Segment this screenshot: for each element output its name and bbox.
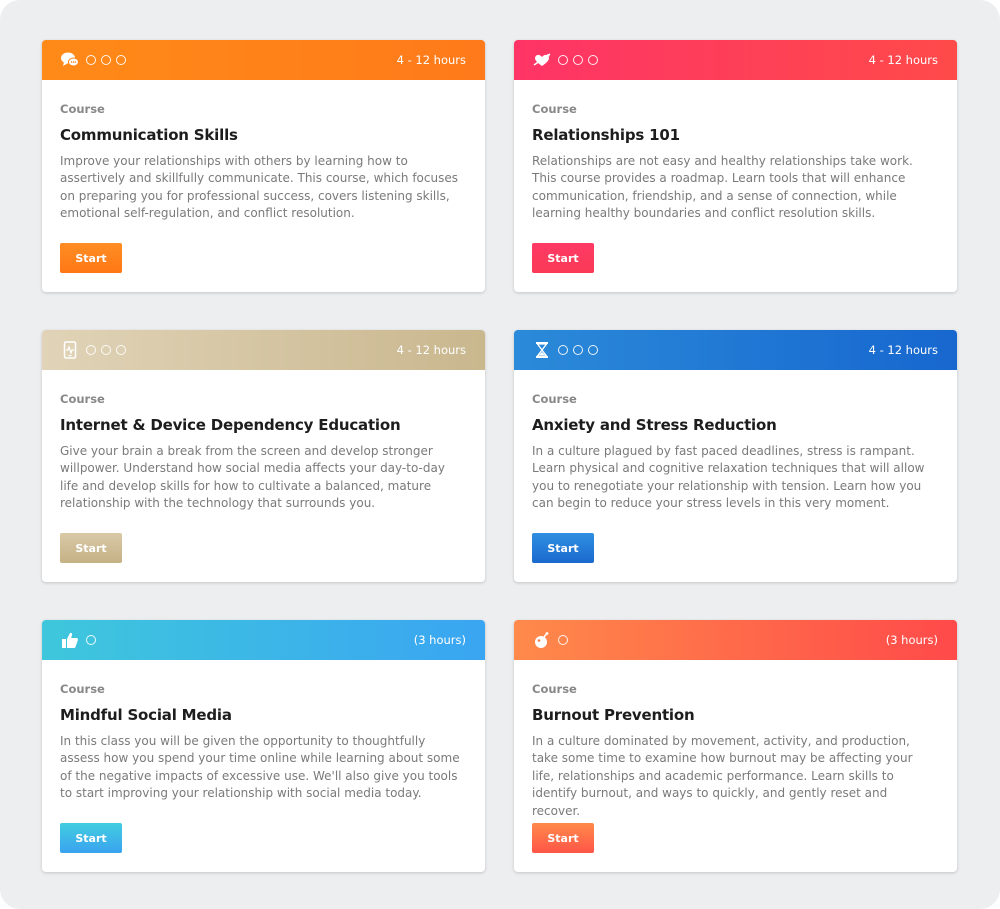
progress-dots: [558, 345, 603, 355]
heart-arrow-icon: [532, 50, 552, 70]
progress-dot: [558, 345, 568, 355]
thumbs-up-icon: [60, 630, 80, 650]
course-card-relationships-101: 4 - 12 hours Course Relationships 101 Re…: [514, 40, 957, 292]
bomb-icon: [532, 630, 552, 650]
hourglass-icon: [532, 340, 552, 360]
progress-dot: [573, 55, 583, 65]
start-button[interactable]: Start: [532, 243, 594, 273]
course-card-mindful-social-media: (3 hours) Course Mindful Social Media In…: [42, 620, 485, 872]
course-card-anxiety-stress: 4 - 12 hours Course Anxiety and Stress R…: [514, 330, 957, 582]
phone-heartbeat-icon: [60, 340, 80, 360]
start-button[interactable]: Start: [60, 243, 122, 273]
course-label: Course: [532, 682, 577, 696]
card-header: 4 - 12 hours: [514, 330, 957, 370]
progress-dot: [101, 345, 111, 355]
progress-dot: [86, 345, 96, 355]
progress-dot: [558, 55, 568, 65]
progress-dot: [86, 635, 96, 645]
course-card-internet-device-dependency: 4 - 12 hours Course Internet & Device De…: [42, 330, 485, 582]
start-button[interactable]: Start: [60, 823, 122, 853]
card-header: 4 - 12 hours: [42, 40, 485, 80]
course-title: Communication Skills: [60, 126, 238, 144]
progress-dot: [558, 635, 568, 645]
start-button[interactable]: Start: [532, 823, 594, 853]
course-label: Course: [532, 392, 577, 406]
course-duration: 4 - 12 hours: [396, 53, 466, 67]
progress-dot: [116, 345, 126, 355]
progress-dots: [86, 55, 131, 65]
progress-dot: [101, 55, 111, 65]
course-duration: 4 - 12 hours: [868, 53, 938, 67]
course-card-burnout-prevention: (3 hours) Course Burnout Prevention In a…: [514, 620, 957, 872]
card-header: 4 - 12 hours: [514, 40, 957, 80]
course-description: In a culture dominated by movement, acti…: [532, 734, 913, 818]
course-card-communication-skills: 4 - 12 hours Course Communication Skills…: [42, 40, 485, 292]
progress-dot: [588, 345, 598, 355]
progress-dots: [86, 635, 101, 645]
course-duration: (3 hours): [885, 633, 938, 647]
course-duration: 4 - 12 hours: [396, 343, 466, 357]
course-label: Course: [532, 102, 577, 116]
course-title: Internet & Device Dependency Education: [60, 416, 401, 434]
course-duration: (3 hours): [413, 633, 466, 647]
card-header: (3 hours): [514, 620, 957, 660]
course-description: Improve your relationships with others b…: [60, 154, 458, 221]
course-description: Relationships are not easy and healthy r…: [532, 154, 913, 221]
course-label: Course: [60, 682, 105, 696]
course-title: Mindful Social Media: [60, 706, 232, 724]
progress-dot: [588, 55, 598, 65]
progress-dots: [558, 55, 603, 65]
start-button[interactable]: Start: [60, 533, 122, 563]
course-title: Relationships 101: [532, 126, 680, 144]
page-background: 4 - 12 hours Course Communication Skills…: [0, 0, 1000, 909]
card-header: 4 - 12 hours: [42, 330, 485, 370]
card-header: (3 hours): [42, 620, 485, 660]
course-description: In a culture plagued by fast paced deadl…: [532, 444, 925, 511]
course-description: Give your brain a break from the screen …: [60, 444, 445, 511]
course-duration: 4 - 12 hours: [868, 343, 938, 357]
chat-bubbles-icon: [60, 50, 80, 70]
course-title: Anxiety and Stress Reduction: [532, 416, 777, 434]
progress-dot: [573, 345, 583, 355]
course-title: Burnout Prevention: [532, 706, 695, 724]
course-description: In this class you will be given the oppo…: [60, 734, 460, 801]
progress-dots: [558, 635, 573, 645]
course-label: Course: [60, 392, 105, 406]
progress-dot: [116, 55, 126, 65]
progress-dots: [86, 345, 131, 355]
course-label: Course: [60, 102, 105, 116]
progress-dot: [86, 55, 96, 65]
start-button[interactable]: Start: [532, 533, 594, 563]
